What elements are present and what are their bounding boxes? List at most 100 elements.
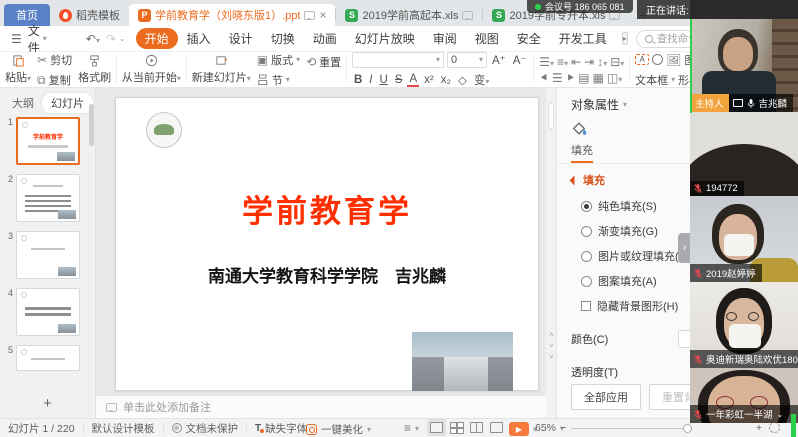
close-tab-icon[interactable]: × <box>319 9 326 21</box>
notes-pane[interactable]: 单击此处添加备注 <box>96 395 546 418</box>
doc-protection-status[interactable]: ⊗ 文档未保护 <box>164 422 248 435</box>
decrease-indent-icon[interactable]: ⇤ <box>571 56 581 68</box>
apply-all-button[interactable]: 全部应用 <box>571 384 641 410</box>
cut-button[interactable]: ✂剪切 <box>37 52 72 68</box>
increase-indent-icon[interactable]: ⇥ <box>584 56 594 68</box>
new-slide-button[interactable]: 新建幻灯片▾ <box>192 54 251 85</box>
panel-scroll-arrows[interactable]: ˄˅˅ <box>547 330 556 363</box>
slide-subtitle[interactable]: 南通大学教育科学学院 吉兆麟 <box>116 262 538 287</box>
add-slide-button[interactable]: + <box>0 395 95 412</box>
superscript-button[interactable]: x² <box>422 74 436 86</box>
participant-video-2[interactable]: 194772 <box>690 112 798 196</box>
menu-tab-design[interactable]: 设计 <box>220 28 262 49</box>
slide-thumbnail-3[interactable]: 3 <box>4 231 95 279</box>
zoom-in-icon[interactable]: + <box>756 422 762 434</box>
decrease-font-icon[interactable]: A⁻ <box>511 53 529 67</box>
customize-toolbar-icon[interactable]: ⌄ <box>119 34 126 43</box>
numbered-list-icon[interactable]: ≡▾ <box>557 56 568 68</box>
slideshow-play-button[interactable]: ▶ ▾ <box>509 422 537 436</box>
section-button[interactable]: 吕节▾ <box>257 72 300 88</box>
missing-font-status[interactable]: T 缺失字体 <box>247 422 315 435</box>
textbox-button[interactable]: 文本框▾ <box>635 72 675 88</box>
more-tabs-badge-icon[interactable]: ▸ <box>622 32 628 45</box>
beautify-button[interactable]: 一键美化 ▾ <box>306 422 371 437</box>
chevron-down-icon[interactable]: ⌄ <box>777 410 784 419</box>
template-name[interactable]: 默认设计模板 <box>84 422 164 435</box>
slides-tab[interactable]: 幻灯片 <box>42 93 93 113</box>
menu-tab-animation[interactable]: 动画 <box>304 28 346 49</box>
italic-button[interactable]: I <box>367 74 374 86</box>
campus-photo[interactable] <box>412 332 513 391</box>
increase-font-icon[interactable]: A⁺ <box>490 53 508 67</box>
paste-button[interactable]: 粘贴▾ <box>5 54 31 85</box>
menu-tab-security[interactable]: 安全 <box>508 28 550 49</box>
underline-button[interactable]: U <box>377 74 389 86</box>
zoom-slider-knob[interactable] <box>683 424 692 433</box>
thumbnail-scrollbar[interactable] <box>89 104 94 146</box>
menu-tab-devtools[interactable]: 开发工具 <box>550 28 616 49</box>
participant-video-4[interactable]: 奥迪新瑞奥陆欢优1801... <box>690 282 798 368</box>
menu-tab-review[interactable]: 审阅 <box>424 28 466 49</box>
bold-button[interactable]: B <box>352 74 364 86</box>
clear-format-icon[interactable]: ◇ <box>456 73 469 87</box>
menu-tab-insert[interactable]: 插入 <box>178 28 220 49</box>
text-direction-icon[interactable]: ⊟▾ <box>610 56 624 68</box>
comment-bubble-icon[interactable] <box>304 11 315 20</box>
zoom-slider[interactable] <box>571 428 683 429</box>
font-color-button[interactable]: A <box>407 73 419 87</box>
columns-icon[interactable]: ◫▾ <box>607 72 622 84</box>
notes-icon <box>106 403 117 412</box>
outline-tab[interactable]: 大纲 <box>12 95 34 111</box>
font-size-select[interactable]: 0▾ <box>447 52 487 68</box>
distribute-icon[interactable]: ▦ <box>593 72 604 84</box>
format-painter-button[interactable]: 格式刷 <box>78 54 111 85</box>
justify-icon[interactable]: ▤ <box>578 72 589 84</box>
zoom-out-icon[interactable]: − <box>560 422 566 434</box>
undo-icon[interactable]: ↶▾ <box>86 32 100 46</box>
menu-tab-transition[interactable]: 切换 <box>262 28 304 49</box>
slide-title[interactable]: 学前教育学 <box>116 186 538 231</box>
normal-view-icon[interactable] <box>430 422 443 433</box>
participant-video-3[interactable]: 2019赵婷婷 <box>690 196 798 282</box>
fit-window-icon[interactable] <box>769 422 780 433</box>
slide-sorter-icon[interactable] <box>450 422 463 433</box>
subscript-button[interactable]: x₂ <box>439 74 453 86</box>
presenter-view-icon[interactable] <box>490 422 503 433</box>
bullet-list-icon[interactable]: ☰▾ <box>539 56 554 68</box>
meeting-id-badge[interactable]: 会议号 186 065 081 <box>527 0 633 13</box>
font-name-select[interactable]: ▾ <box>352 52 444 68</box>
slide-thumbnail-4[interactable]: 4 <box>4 288 95 336</box>
wps-presentation-window: 首页 稻壳模板 P 学前教育学（刘晓东版1）.ppt × S 2019学前高起本… <box>0 0 798 437</box>
play-from-current-button[interactable]: 从当前开始▾ <box>122 54 181 85</box>
align-left-icon[interactable]: ⯇ <box>539 72 549 84</box>
reading-view-icon[interactable] <box>470 422 483 433</box>
slide-1[interactable]: 学前教育学 南通大学教育科学学院 吉兆麟 <box>115 97 539 391</box>
canvas-scrollbar[interactable] <box>546 88 556 418</box>
fill-tab[interactable]: 填充 <box>571 142 593 163</box>
align-center-icon[interactable]: ☰ <box>552 72 563 84</box>
copy-button[interactable]: ⧉复制 <box>37 72 72 88</box>
layout-button[interactable]: ▣版式▾ <box>257 52 300 68</box>
menu-tab-home[interactable]: 开始 <box>136 28 178 49</box>
slide-thumbnail-5[interactable]: 5 <box>4 345 95 371</box>
align-right-icon[interactable]: ⯈ <box>566 72 576 84</box>
slide-thumbnail-2[interactable]: 2 <box>4 174 95 222</box>
tab-docer-templates[interactable]: 稻壳模板 <box>50 4 129 26</box>
participant-video-5[interactable]: 一年彩虹一半湖 ⌄ <box>690 368 798 423</box>
tab-active-ppt[interactable]: P 学前教育学（刘晓东版1）.ppt × <box>129 4 335 26</box>
comment-bubble-icon[interactable] <box>462 11 473 20</box>
strikethrough-button[interactable]: S <box>393 74 405 86</box>
text-effects-icon[interactable]: 变▾ <box>472 72 492 88</box>
notes-toggle[interactable]: ≡▾ <box>404 422 419 434</box>
chevron-down-icon: ▾ <box>623 100 627 109</box>
slide-thumbnail-1[interactable]: 1 学前教育学 <box>4 117 95 165</box>
participant-video-host[interactable]: 主持人 吉兆麟 <box>690 19 798 112</box>
muted-mic-icon <box>694 183 702 194</box>
line-spacing-icon[interactable]: ↕▾ <box>597 56 607 68</box>
redo-icon[interactable]: ↷ <box>106 32 116 46</box>
menu-tab-slideshow[interactable]: 幻灯片放映 <box>346 28 424 49</box>
menu-tab-view[interactable]: 视图 <box>466 28 508 49</box>
tab-xls-gaoqiben[interactable]: S 2019学前高起本.xls <box>336 4 482 26</box>
file-menu[interactable]: ☰ 文件 ▾ <box>0 22 55 56</box>
reset-button[interactable]: ⟲重置 <box>306 54 341 70</box>
